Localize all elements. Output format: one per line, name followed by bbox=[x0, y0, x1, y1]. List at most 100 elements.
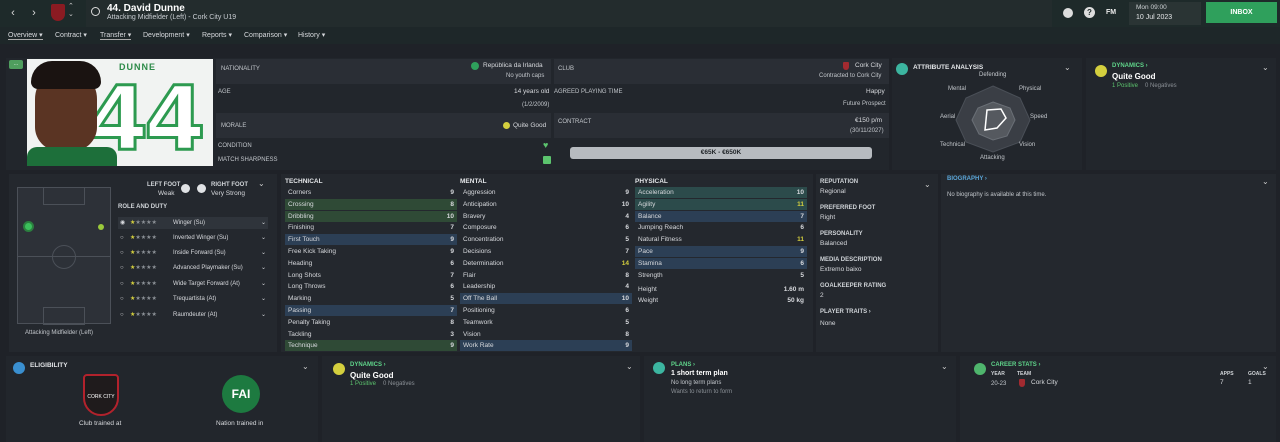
career-title[interactable]: CAREER STATS › bbox=[991, 362, 1040, 368]
chevron-down-icon[interactable]: ⌄ bbox=[1262, 177, 1269, 186]
dynamics-title[interactable]: DYNAMICS › bbox=[1112, 63, 1148, 69]
attribute-row[interactable]: Acceleration 10 bbox=[635, 187, 807, 198]
attribute-row[interactable]: Heading 6 bbox=[285, 258, 457, 269]
plans-title[interactable]: PLANS › bbox=[671, 362, 695, 368]
attribute-row[interactable]: Aggression 9 bbox=[460, 187, 632, 198]
attribute-row[interactable]: Penalty Taking 8 bbox=[285, 317, 457, 328]
attribute-row[interactable]: Decisions 7 bbox=[460, 246, 632, 257]
attribute-row[interactable]: Pace 9 bbox=[635, 246, 807, 257]
attribute-row[interactable]: Long Shots 7 bbox=[285, 270, 457, 281]
attribute-name: Technique bbox=[288, 342, 318, 350]
tab-development[interactable]: Development ▾ bbox=[143, 31, 190, 39]
attribute-row[interactable]: Balance 7 bbox=[635, 210, 807, 222]
club-switch-icon[interactable]: ⌃ ⌄ bbox=[68, 3, 74, 19]
role-radio-icon[interactable]: ○ bbox=[120, 262, 124, 274]
forward-arrow-icon[interactable]: › bbox=[27, 6, 41, 20]
role-radio-icon[interactable]: ◉ bbox=[120, 217, 125, 229]
chevron-down-icon[interactable]: ⌄ bbox=[261, 278, 266, 290]
chevron-down-icon[interactable]: ⌄ bbox=[1262, 63, 1269, 72]
tab-history[interactable]: History ▾ bbox=[298, 31, 325, 39]
biography-title[interactable]: BIOGRAPHY › bbox=[947, 176, 987, 182]
morale-value[interactable]: Quite Good bbox=[513, 122, 546, 129]
tab-transfer[interactable]: Transfer ▾ bbox=[100, 31, 132, 40]
chevron-down-icon[interactable]: ⌄ bbox=[1262, 362, 1269, 371]
chevron-down-icon[interactable]: ⌄ bbox=[302, 362, 309, 371]
role-radio-icon[interactable]: ○ bbox=[120, 247, 124, 259]
inbox-button[interactable]: INBOX bbox=[1206, 2, 1277, 23]
club-value[interactable]: Cork City bbox=[855, 62, 882, 69]
attribute-row[interactable]: Vision 8 bbox=[460, 329, 632, 340]
pitch[interactable] bbox=[17, 187, 111, 325]
chevron-down-icon[interactable]: ⌄ bbox=[261, 262, 266, 274]
attribute-row[interactable]: Tackling 3 bbox=[285, 329, 457, 340]
role-row[interactable]: ○ ★★★★★ Inside Forward (Su) ⌄ bbox=[118, 247, 268, 259]
chevron-down-icon[interactable]: ⌄ bbox=[261, 217, 266, 229]
back-arrow-icon[interactable]: ‹ bbox=[6, 6, 20, 20]
role-row[interactable]: ○ ★★★★★ Inverted Winger (Su) ⌄ bbox=[118, 232, 268, 244]
attribute-row[interactable]: Teamwork 5 bbox=[460, 317, 632, 328]
attribute-row[interactable]: Composure 6 bbox=[460, 222, 632, 233]
position-dot-secondary[interactable] bbox=[98, 224, 104, 230]
attribute-row[interactable]: Crossing 8 bbox=[285, 198, 457, 210]
attribute-row[interactable]: Natural Fitness 11 bbox=[635, 234, 807, 245]
attribute-row[interactable]: Technique 9 bbox=[285, 340, 457, 352]
chevron-down-icon[interactable]: ⌄ bbox=[261, 247, 266, 259]
attribute-row[interactable]: Concentration 5 bbox=[460, 234, 632, 245]
role-row[interactable]: ◉ ★★★★★ Winger (Su) ⌄ bbox=[118, 217, 268, 229]
fm-logo[interactable]: FM bbox=[1106, 9, 1116, 16]
attribute-row[interactable]: Flair 8 bbox=[460, 270, 632, 281]
chevron-down-icon[interactable]: ⌄ bbox=[261, 293, 266, 305]
attribute-row[interactable]: Finishing 7 bbox=[285, 222, 457, 233]
attribute-row[interactable]: Strength 5 bbox=[635, 270, 807, 281]
attribute-row[interactable]: Positioning 6 bbox=[460, 305, 632, 316]
attribute-row[interactable]: Agility 11 bbox=[635, 198, 807, 210]
attribute-row[interactable]: Leadership 4 bbox=[460, 281, 632, 292]
dynamics2-title[interactable]: DYNAMICS › bbox=[350, 362, 386, 368]
career-team[interactable]: Cork City bbox=[1031, 379, 1058, 386]
role-row[interactable]: ○ ★★★★★ Wide Target Forward (At) ⌄ bbox=[118, 278, 268, 290]
traits-title[interactable]: PLAYER TRAITS › bbox=[820, 309, 871, 315]
attribute-row[interactable]: Free Kick Taking 9 bbox=[285, 246, 457, 257]
attribute-row[interactable]: Long Throws 6 bbox=[285, 281, 457, 292]
value-range-bar[interactable]: €65K - €650K bbox=[570, 147, 872, 159]
search-icon[interactable] bbox=[91, 7, 100, 16]
role-radio-icon[interactable]: ○ bbox=[120, 232, 124, 244]
attribute-row[interactable]: Anticipation 10 bbox=[460, 199, 632, 210]
dynamics2-positive: 1 Positive bbox=[350, 381, 377, 387]
attribute-row[interactable]: Off The Ball 10 bbox=[460, 293, 632, 305]
ball-icon[interactable] bbox=[1063, 8, 1073, 18]
attribute-row[interactable]: Jumping Reach 6 bbox=[635, 222, 807, 233]
position-dot-primary[interactable] bbox=[23, 221, 34, 232]
attribute-row[interactable]: Bravery 4 bbox=[460, 211, 632, 222]
tab-comparison[interactable]: Comparison ▾ bbox=[244, 31, 287, 39]
chevron-down-icon[interactable]: ⌄ bbox=[258, 179, 265, 188]
chevron-down-icon[interactable]: ⌄ bbox=[261, 309, 266, 321]
role-radio-icon[interactable]: ○ bbox=[120, 293, 124, 305]
attribute-row[interactable]: Stamina 6 bbox=[635, 257, 807, 269]
attribute-row[interactable]: Marking 5 bbox=[285, 293, 457, 304]
chevron-down-icon[interactable]: ⌄ bbox=[924, 180, 931, 189]
tab-contract[interactable]: Contract ▾ bbox=[55, 31, 87, 39]
chevron-down-icon[interactable]: ⌄ bbox=[261, 232, 266, 244]
role-row[interactable]: ○ ★★★★★ Trequartista (At) ⌄ bbox=[118, 293, 268, 305]
nationality-label: NATIONALITY bbox=[221, 66, 260, 72]
chevron-down-icon[interactable]: ⌄ bbox=[626, 362, 633, 371]
help-icon[interactable]: ? bbox=[1084, 7, 1095, 18]
attribute-row[interactable]: Passing 7 bbox=[285, 305, 457, 316]
nationality-value[interactable]: República da Irlanda bbox=[483, 62, 543, 69]
role-radio-icon[interactable]: ○ bbox=[120, 309, 124, 321]
role-row[interactable]: ○ ★★★★★ Advanced Playmaker (Su) ⌄ bbox=[118, 262, 268, 274]
tab-overview[interactable]: Overview ▾ bbox=[8, 31, 43, 40]
attribute-row[interactable]: Dribbling 10 bbox=[285, 210, 457, 222]
attribute-row[interactable]: Work Rate 9 bbox=[460, 340, 632, 352]
attribute-row[interactable]: Corners 9 bbox=[285, 187, 457, 198]
club-crest-icon[interactable] bbox=[51, 4, 65, 21]
role-radio-icon[interactable]: ○ bbox=[120, 278, 124, 290]
attribute-row[interactable]: First Touch 9 bbox=[285, 234, 457, 246]
attribute-row[interactable]: Determination 14 bbox=[460, 258, 632, 269]
chevron-down-icon[interactable]: ⌄ bbox=[1064, 63, 1071, 72]
tab-reports[interactable]: Reports ▾ bbox=[202, 31, 232, 39]
continue-date-box[interactable]: Mon 09:00 10 Jul 2023 bbox=[1129, 2, 1201, 25]
chevron-down-icon[interactable]: ⌄ bbox=[941, 362, 948, 371]
role-row[interactable]: ○ ★★★★★ Raumdeuter (At) ⌄ bbox=[118, 309, 268, 321]
